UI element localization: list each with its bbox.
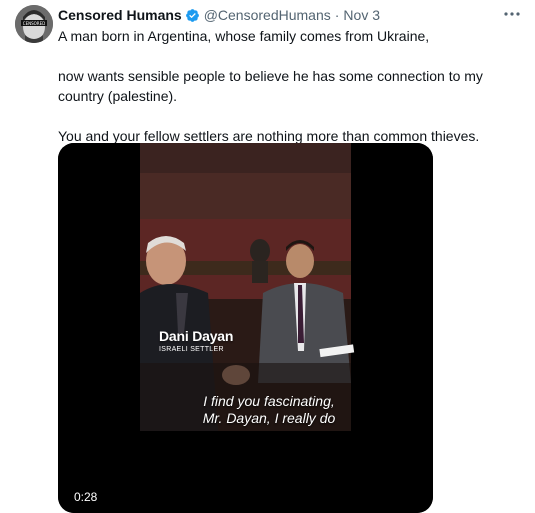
more-options-button[interactable] [503, 6, 521, 22]
tweet-text: A man born in Argentina, whose family co… [58, 26, 518, 146]
video-frame [58, 143, 433, 513]
author-handle[interactable]: @CensoredHumans [204, 7, 331, 23]
tweet-date[interactable]: Nov 3 [343, 7, 380, 23]
more-horizontal-icon [504, 12, 520, 16]
subtitle-line: Mr. Dayan, I really do [202, 410, 336, 426]
video-player[interactable]: Dani Dayan ISRAELI SETTLER I find you fa… [58, 143, 433, 513]
video-duration: 0:28 [70, 489, 102, 505]
avatar[interactable]: CENSORED [15, 5, 53, 43]
separator-dot: · [334, 7, 340, 23]
tweet-header: Censored Humans @CensoredHumans · Nov 3 [58, 6, 380, 24]
tweet-paragraph: A man born in Argentina, whose family co… [58, 28, 430, 44]
verified-badge-icon [185, 8, 200, 23]
tweet-paragraph: now wants sensible people to believe he … [58, 68, 483, 104]
video-subtitle: I find you fascinating, Mr. Dayan, I rea… [152, 393, 386, 427]
lower-third-title: ISRAELI SETTLER [159, 346, 224, 353]
masked-face-avatar-icon: CENSORED [15, 5, 53, 43]
author-display-name[interactable]: Censored Humans [58, 7, 182, 23]
subtitle-line: I find you fascinating, [203, 393, 335, 409]
lower-third-name: Dani Dayan [159, 328, 234, 344]
avatar-badge-text: CENSORED [23, 21, 45, 26]
